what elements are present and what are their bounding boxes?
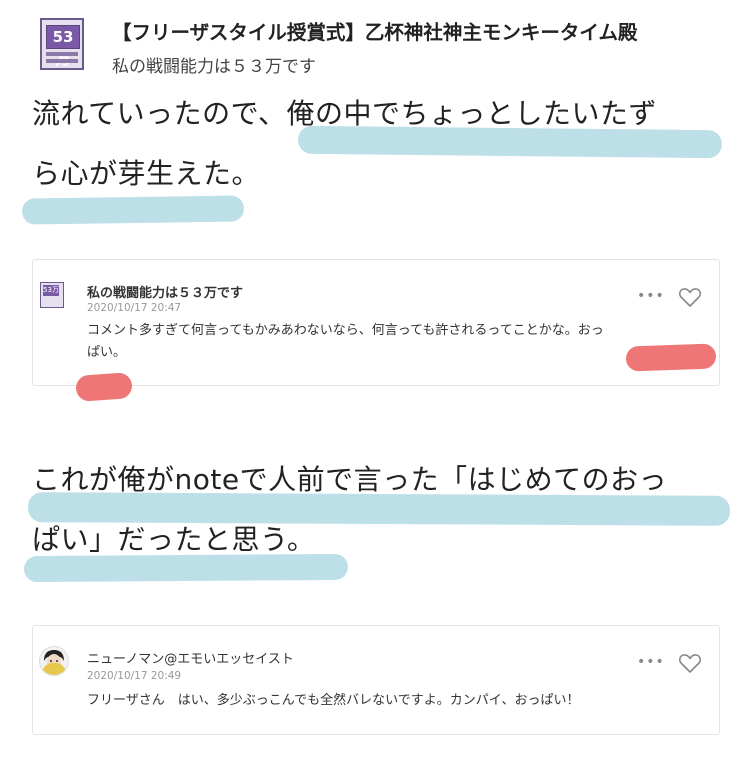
more-options-icon[interactable]: ••• bbox=[637, 654, 665, 670]
avatar-number: 53万 bbox=[43, 285, 59, 296]
article-text-line: ぱい」だったと思う。 bbox=[32, 523, 316, 556]
avatar-decoration bbox=[46, 59, 78, 63]
comment-line: ぱい。 bbox=[87, 345, 127, 360]
commenter-avatar[interactable] bbox=[39, 646, 69, 676]
comment-body: フリーザさん はい、多少ぶっこんでも全然バレないですよ。カンパイ、おっぱい！ bbox=[87, 693, 580, 708]
comment-card: ニューノマン@エモいエッセイスト 2020/10/17 20:49 フリーザさん… bbox=[32, 625, 720, 735]
post-header: 53万 【フリーザスタイル授賞式】乙杯神社神主モンキータイム殿 私の戦闘能力は５… bbox=[0, 0, 738, 86]
commenter-name[interactable]: ニューノマン@エモいエッセイスト bbox=[87, 648, 294, 667]
comment-line: コメント多すぎて何言ってもかみあわないなら、何言っても許されるってことかな。おっ bbox=[87, 323, 604, 338]
blue-highlight-stroke bbox=[23, 553, 349, 583]
comment-body: コメント多すぎて何言ってもかみあわないなら、何言っても許されるってことかな。おっ… bbox=[87, 320, 717, 364]
person-avatar-icon bbox=[40, 647, 68, 675]
article-text-line: これが俺がnoteで人前で言った「はじめてのおっ bbox=[32, 463, 668, 496]
author-avatar[interactable]: 53万 bbox=[40, 18, 84, 70]
commenter-name[interactable]: 私の戦闘能力は５３万です bbox=[87, 282, 243, 301]
commenter-avatar[interactable]: 53万 bbox=[40, 282, 64, 308]
comment-date: 2020/10/17 20:49 bbox=[87, 670, 182, 682]
comment-date: 2020/10/17 20:47 bbox=[87, 302, 182, 314]
heart-icon[interactable] bbox=[678, 652, 702, 674]
blue-highlight-stroke bbox=[21, 195, 245, 225]
comment-card: 53万 私の戦闘能力は５３万です 2020/10/17 20:47 コメント多す… bbox=[32, 259, 720, 386]
heart-icon[interactable] bbox=[678, 286, 702, 308]
more-options-icon[interactable]: ••• bbox=[637, 288, 665, 304]
post-title[interactable]: 【フリーザスタイル授賞式】乙杯神社神主モンキータイム殿 bbox=[112, 16, 638, 45]
article-text-line: ら心が芽生えた。 bbox=[32, 157, 261, 190]
red-highlight-stroke bbox=[625, 343, 717, 372]
author-name[interactable]: 私の戦闘能力は５３万です bbox=[112, 52, 316, 77]
red-highlight-stroke bbox=[75, 372, 133, 402]
avatar-decoration bbox=[46, 52, 78, 56]
article-text-line: 流れていったので、俺の中でちょっとしたいたず bbox=[32, 97, 658, 130]
avatar-number: 53万 bbox=[46, 25, 80, 68]
